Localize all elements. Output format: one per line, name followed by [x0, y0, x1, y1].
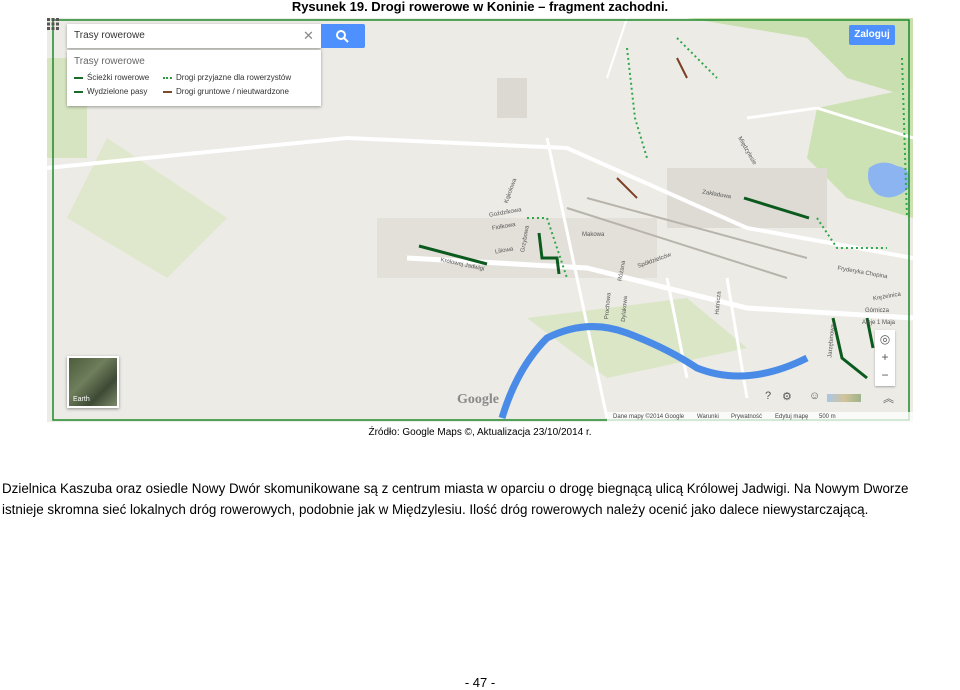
legend-swatch [163, 76, 172, 79]
search-icon [336, 30, 349, 43]
legend-label: Ścieżki rowerowe [87, 73, 150, 82]
street-label: Makowa [582, 232, 605, 238]
privacy-link[interactable]: Prywatność [731, 414, 762, 420]
legend-swatch [163, 90, 172, 93]
figure-title: Rysunek 19. Drogi rowerowe w Koninie – f… [291, 0, 669, 14]
expand-icon[interactable]: ︽ [883, 390, 894, 405]
edit-map-link[interactable]: Edytuj mapę [775, 414, 808, 420]
help-icon[interactable]: ? [765, 390, 771, 404]
earth-label: Earth [73, 396, 90, 403]
google-logo: Google [457, 392, 499, 407]
imagery-strip[interactable] [827, 394, 861, 402]
legend-header: Trasy rowerowe [74, 56, 145, 67]
apps-grid-icon[interactable] [47, 18, 59, 30]
map-footer: Dane mapy ©2014 Google Warunki Prywatnoś… [607, 412, 913, 422]
close-icon[interactable]: ✕ [303, 28, 314, 44]
pegman-icon[interactable]: ☺ [809, 390, 820, 404]
map-screenshot[interactable]: Kąkolowa Goździkowa Fiołkowa Liliowa Grz… [47, 18, 913, 422]
terms-link[interactable]: Warunki [697, 414, 719, 420]
earth-toggle[interactable]: Earth [67, 356, 119, 408]
legend-item: Ścieżki rowerowe [74, 73, 149, 82]
gear-icon[interactable]: ⚙ [782, 390, 792, 404]
zoom-out-button[interactable]: − [875, 366, 895, 384]
search-input[interactable]: Trasy rowerowe ✕ [67, 24, 321, 48]
legend-item: Drogi gruntowe / nieutwardzone [163, 87, 289, 96]
legend-label: Drogi przyjazne dla rowerzystów [176, 73, 292, 82]
legend-item: Wydzielone pasy [74, 87, 147, 96]
scale-label: 500 m [819, 414, 836, 420]
body-line: Dzielnica Kaszuba oraz osiedle Nowy Dwór… [2, 481, 909, 496]
body-paragraph: Dzielnica Kaszuba oraz osiedle Nowy Dwór… [2, 478, 960, 520]
login-button[interactable]: Zaloguj [849, 25, 895, 45]
street-label: Górnicza [865, 308, 890, 314]
legend-label: Drogi gruntowe / nieutwardzone [176, 87, 289, 96]
search-button[interactable] [321, 24, 365, 48]
zoom-control[interactable]: ◎ + − [875, 330, 895, 386]
map-data-credit: Dane mapy ©2014 Google [613, 414, 685, 420]
locate-icon[interactable]: ◎ [875, 330, 895, 348]
body-line: istnieje skromna sieć lokalnych dróg row… [2, 502, 869, 517]
legend-swatch [74, 90, 83, 93]
map-legend: Trasy rowerowe Ścieżki rowerowe Wydzielo… [67, 50, 321, 106]
legend-label: Wydzielone pasy [87, 87, 148, 96]
legend-item: Drogi przyjazne dla rowerzystów [163, 73, 291, 82]
street-label: Aleje 1 Maja [862, 320, 896, 326]
search-input-value: Trasy rowerowe [74, 30, 145, 41]
zoom-in-button[interactable]: + [875, 348, 895, 366]
figure-source: Źródło: Google Maps ©, Aktualizacja 23/1… [368, 427, 592, 438]
legend-swatch [74, 76, 83, 79]
